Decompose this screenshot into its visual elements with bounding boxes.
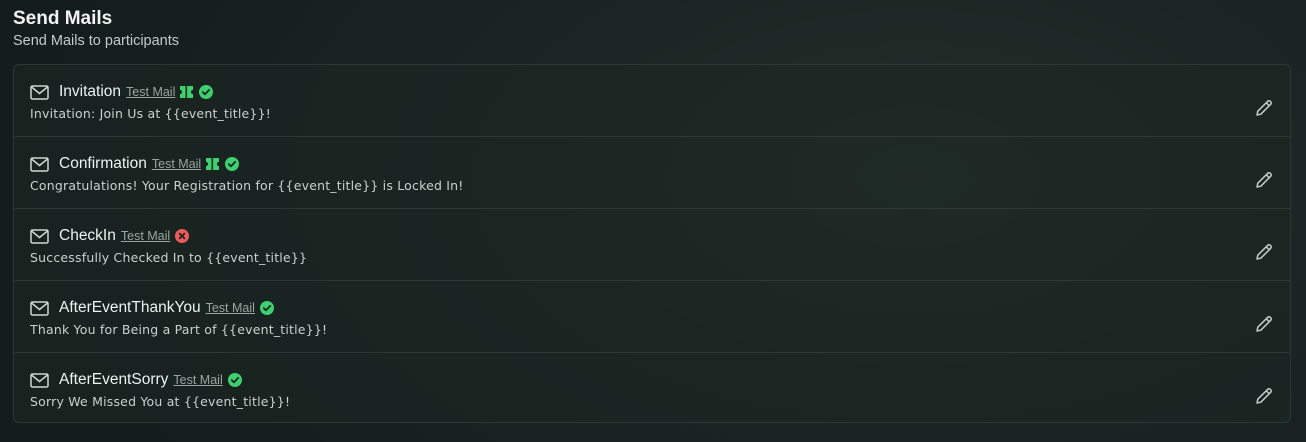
mail-row-header: CheckIn Test Mail [30,226,190,246]
page-title: Send Mails [13,8,113,29]
mail-row-header: AfterEventSorry Test Mail [30,370,242,390]
mail-name: Confirmation [59,155,147,172]
test-mail-link[interactable]: Test Mail [152,157,201,171]
mail-subject: Invitation: Join Us at {{event_title}}! [30,106,271,121]
test-mail-link[interactable]: Test Mail [173,373,222,387]
check-circle-icon [227,373,242,387]
mail-row-after-event-thank-you[interactable]: AfterEventThankYou Test Mail Thank You f… [14,281,1290,353]
check-circle-icon [199,85,214,99]
pencil-icon [1254,170,1274,195]
edit-button[interactable] [1253,387,1275,409]
check-circle-icon [259,301,274,315]
mail-row-after-event-sorry[interactable]: AfterEventSorry Test Mail Sorry We Misse… [14,353,1290,422]
edit-button[interactable] [1253,243,1275,265]
mail-icon [30,300,50,316]
pencil-icon [1254,242,1274,267]
test-mail-link[interactable]: Test Mail [126,85,175,99]
pencil-icon [1254,314,1274,339]
x-circle-icon [175,229,190,243]
mail-name: AfterEventThankYou [59,299,201,316]
edit-button[interactable] [1253,315,1275,337]
page-subtitle: Send Mails to participants [13,33,180,49]
mail-subject: Successfully Checked In to {{event_title… [30,250,308,265]
check-circle-icon [225,157,240,171]
edit-button[interactable] [1253,171,1275,193]
ticket-icon [180,86,194,98]
mail-icon [30,156,50,172]
pencil-icon [1254,386,1274,411]
ticket-icon [206,158,220,170]
mail-name: Invitation [59,83,122,100]
mail-icon [30,84,50,100]
mail-subject: Congratulations! Your Registration for {… [30,178,464,193]
mail-icon [30,228,50,244]
test-mail-link[interactable]: Test Mail [121,229,170,243]
mail-list: Invitation Test Mail Invitation: Join Us… [13,64,1291,423]
mail-row-header: AfterEventThankYou Test Mail [30,298,274,318]
mail-row-header: Confirmation Test Mail [30,154,240,174]
mail-name: CheckIn [59,227,116,244]
edit-button[interactable] [1253,99,1275,121]
test-mail-link[interactable]: Test Mail [206,301,255,315]
mail-subject: Sorry We Missed You at {{event_title}}! [30,394,291,409]
mail-row-invitation[interactable]: Invitation Test Mail Invitation: Join Us… [14,65,1290,137]
mail-name: AfterEventSorry [59,371,169,388]
page-header: Send Mails Send Mails to participants [13,7,179,50]
mail-icon [30,372,50,388]
mail-subject: Thank You for Being a Part of {{event_ti… [30,322,328,337]
mail-row-confirmation[interactable]: Confirmation Test Mail Congratulations! … [14,137,1290,209]
mail-row-checkin[interactable]: CheckIn Test Mail Successfully Checked I… [14,209,1290,281]
mail-row-header: Invitation Test Mail [30,82,214,102]
pencil-icon [1254,98,1274,123]
